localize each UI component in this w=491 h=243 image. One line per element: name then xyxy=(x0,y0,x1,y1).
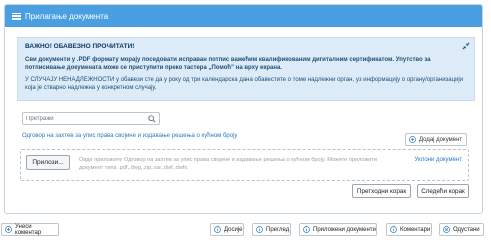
info-circle-icon xyxy=(214,226,221,233)
page-title: Прилагање документа xyxy=(25,11,109,21)
search-input[interactable] xyxy=(26,115,146,122)
attached-documents-button[interactable]: Приложени документи xyxy=(299,223,377,236)
dossier-button[interactable]: Досије xyxy=(210,223,244,236)
add-comment-label: Унеси коментар xyxy=(15,223,42,236)
menu-icon[interactable] xyxy=(12,12,21,20)
document-title-link[interactable]: Одговор на захтев за упис права својине … xyxy=(22,133,237,139)
remove-document-link[interactable]: Уклони документ xyxy=(415,157,462,163)
dossier-label: Досије xyxy=(224,226,243,233)
search-field[interactable] xyxy=(22,112,160,125)
panel-header: Прилагање документа xyxy=(5,5,482,27)
attached-documents-label: Приложени документи xyxy=(313,226,376,233)
next-step-button[interactable]: Следећи корак xyxy=(417,184,469,198)
add-comment-button[interactable]: Унеси коментар xyxy=(1,223,59,236)
collapse-icon[interactable] xyxy=(462,42,470,50)
plus-circle-icon xyxy=(409,136,416,143)
previous-step-button[interactable]: Претходни корак xyxy=(352,184,411,198)
attach-button[interactable]: Прилози... xyxy=(26,155,70,170)
plus-circle-icon xyxy=(5,226,12,233)
add-document-button[interactable]: Додај документ xyxy=(405,133,467,146)
cancel-label: Одустани xyxy=(453,226,480,233)
search-icon[interactable] xyxy=(148,115,156,123)
attach-documents-panel: Прилагање документа ВАЖНО! ОБАВЕЗНО ПРОЧ… xyxy=(4,4,483,214)
close-circle-icon xyxy=(443,226,450,233)
info-circle-icon xyxy=(390,226,397,233)
alert-paragraph-signature: Сви документи у .PDF формату морају посе… xyxy=(25,57,431,71)
document-dropzone[interactable]: Прилози... Овде приложите Одговор на зах… xyxy=(20,149,469,181)
alert-paragraph-jurisdiction: У СЛУЧАЈУ НЕНАДЛЕЖНОСТИ у обавези сте да… xyxy=(25,77,464,91)
dropzone-hint: Овде приложите Одговор на захтев за упис… xyxy=(79,157,378,171)
warning-alert: ВАЖНО! ОБАВЕЗНО ПРОЧИТАТИ! Сви документи… xyxy=(17,37,475,101)
overview-button[interactable]: Преглед xyxy=(252,223,291,236)
bottom-toolbar: Унеси коментар Досије Преглед Приложени … xyxy=(0,220,491,243)
info-circle-icon xyxy=(256,226,263,233)
comments-label: Коментари xyxy=(400,226,431,233)
cancel-button[interactable]: Одустани xyxy=(439,223,484,236)
add-document-label: Додај документ xyxy=(419,136,463,143)
info-circle-icon xyxy=(303,226,310,233)
comments-button[interactable]: Коментари xyxy=(386,223,432,236)
overview-label: Преглед xyxy=(266,226,290,233)
alert-heading: ВАЖНО! ОБАВЕЗНО ПРОЧИТАТИ! xyxy=(25,43,135,50)
